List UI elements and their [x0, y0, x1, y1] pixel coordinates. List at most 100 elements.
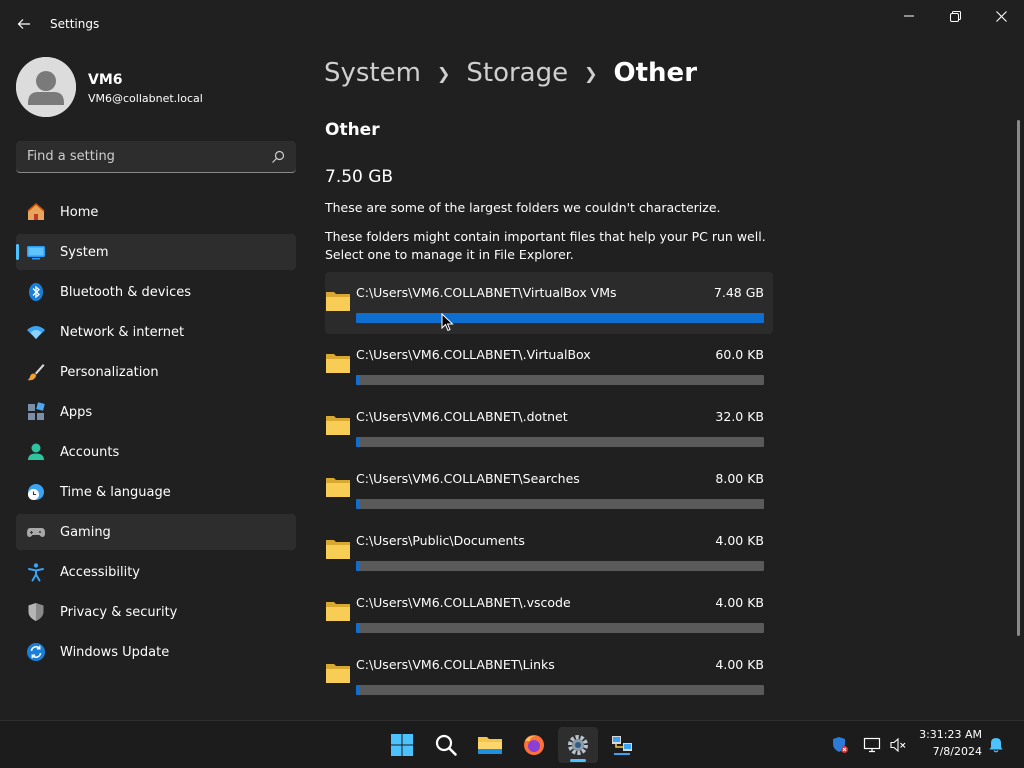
folder-size: 4.00 KB — [715, 657, 764, 672]
breadcrumb-storage[interactable]: Storage — [466, 58, 568, 88]
title-bar: Settings — [0, 0, 1024, 48]
sidebar-item-accounts[interactable]: Accounts — [16, 434, 296, 470]
folder-row[interactable]: C:\Users\VM6.COLLABNET\.dotnet 32.0 KB — [325, 396, 773, 458]
tray-defender[interactable] — [830, 735, 850, 755]
folder-row[interactable]: C:\Users\VM6.COLLABNET\Searches 8.00 KB — [325, 458, 773, 520]
sidebar-item-system[interactable]: System — [16, 234, 296, 270]
taskbar — [0, 720, 1024, 768]
folder-size: 32.0 KB — [715, 409, 764, 424]
sidebar-item-time-language[interactable]: Time & language — [16, 474, 296, 510]
close-button[interactable] — [978, 0, 1024, 32]
shield-icon — [28, 603, 44, 621]
user-avatar-icon — [16, 57, 76, 117]
folder-icon — [326, 478, 350, 497]
taskbar-settings[interactable] — [558, 727, 598, 763]
update-icon — [27, 643, 45, 661]
taskbar-network-tool[interactable] — [602, 727, 642, 763]
tray-notifications[interactable] — [986, 735, 1006, 755]
settings-icon — [568, 735, 588, 755]
scrollbar[interactable] — [1017, 120, 1020, 636]
tray-display[interactable] — [862, 735, 882, 755]
home-icon — [27, 203, 45, 220]
folder-path: C:\Users\VM6.COLLABNET\.VirtualBox — [356, 347, 591, 362]
sidebar-item-label: Accessibility — [60, 565, 140, 580]
folder-usage-bar-fill — [356, 437, 360, 447]
tray-volume[interactable] — [888, 735, 908, 755]
folder-usage-bar — [356, 375, 764, 385]
search-box[interactable] — [16, 141, 296, 173]
folder-size: 7.48 GB — [713, 285, 764, 300]
notification-bell-icon — [989, 738, 1003, 753]
taskbar-file-explorer[interactable] — [470, 727, 510, 763]
sidebar-nav: Home System Bluetooth & devices Network … — [16, 194, 296, 674]
restore-icon — [949, 10, 961, 22]
sidebar-item-label: Gaming — [60, 525, 111, 540]
folder-size: 4.00 KB — [715, 533, 764, 548]
folder-icon — [326, 292, 350, 311]
sidebar-item-apps[interactable]: Apps — [16, 394, 296, 430]
folder-icon — [326, 416, 350, 435]
folder-usage-bar — [356, 685, 764, 695]
taskbar-firefox[interactable] — [514, 727, 554, 763]
avatar[interactable] — [16, 57, 76, 117]
system-icon — [27, 246, 45, 260]
folder-row[interactable]: C:\Users\VM6.COLLABNET\Links 4.00 KB — [325, 644, 773, 706]
folder-path: C:\Users\VM6.COLLABNET\.vscode — [356, 595, 571, 610]
total-size: 7.50 GB — [325, 167, 394, 187]
breadcrumb-current: Other — [613, 58, 698, 88]
sidebar-item-label: Privacy & security — [60, 605, 178, 620]
sidebar-item-accessibility[interactable]: Accessibility — [16, 554, 296, 590]
user-name: VM6 — [88, 72, 123, 88]
folder-usage-bar-fill — [356, 313, 764, 323]
sidebar-item-network[interactable]: Network & internet — [16, 314, 296, 350]
folder-usage-bar — [356, 499, 764, 509]
file-explorer-icon — [478, 737, 502, 754]
clock-time[interactable]: 3:31:23 AM — [910, 728, 982, 741]
sidebar-item-privacy-security[interactable]: Privacy & security — [16, 594, 296, 630]
sidebar-item-label: Windows Update — [60, 645, 170, 660]
chevron-right-icon: ❯ — [584, 63, 598, 83]
folder-row[interactable]: C:\Users\VM6.COLLABNET\.VirtualBox 60.0 K… — [325, 334, 773, 396]
sidebar-item-home[interactable]: Home — [16, 194, 296, 230]
folder-icon — [326, 354, 350, 373]
sidebar-item-label: Accounts — [60, 445, 120, 460]
sidebar-item-gaming[interactable]: Gaming — [16, 514, 296, 550]
sidebar-item-label: Home — [60, 205, 99, 220]
clock-date[interactable]: 7/8/2024 — [910, 745, 982, 758]
folder-row[interactable]: C:\Users\Public\Documents 4.00 KB — [325, 520, 773, 582]
folder-path: C:\Users\VM6.COLLABNET\Searches — [356, 471, 580, 486]
folder-usage-bar-fill — [356, 561, 360, 571]
minimize-icon — [904, 15, 914, 17]
taskbar-start-button[interactable] — [382, 727, 422, 763]
app-title: Settings — [50, 17, 100, 31]
accounts-icon — [28, 443, 44, 460]
folder-icon — [326, 540, 350, 559]
sidebar-item-bluetooth[interactable]: Bluetooth & devices — [16, 274, 296, 310]
sidebar-item-label: Personalization — [60, 365, 159, 380]
brush-icon — [27, 364, 45, 381]
folder-path: C:\Users\VM6.COLLABNET\VirtualBox VMs — [356, 285, 617, 300]
defender-icon — [833, 737, 848, 753]
folder-usage-bar-fill — [356, 499, 360, 509]
search-icon[interactable] — [270, 149, 286, 165]
sidebar-item-label: Time & language — [60, 485, 171, 500]
search-input[interactable] — [16, 141, 266, 171]
folder-path: C:\Users\VM6.COLLABNET\Links — [356, 657, 555, 672]
folder-row[interactable]: C:\Users\VM6.COLLABNET\VirtualBox VMs 7.4… — [325, 272, 773, 334]
volume-muted-icon — [890, 737, 906, 753]
sidebar-item-personalization[interactable]: Personalization — [16, 354, 296, 390]
sidebar-item-label: Apps — [60, 405, 93, 420]
wifi-icon — [27, 326, 45, 339]
minimize-button[interactable] — [886, 0, 932, 32]
folder-row[interactable]: C:\Users\VM6.COLLABNET\.vscode 4.00 KB — [325, 582, 773, 644]
breadcrumb-system[interactable]: System — [324, 58, 421, 88]
mouse-cursor-icon — [441, 313, 454, 332]
taskbar-search-button[interactable] — [426, 727, 466, 763]
restore-button[interactable] — [932, 0, 978, 32]
back-button[interactable] — [10, 10, 38, 38]
folder-icon — [326, 602, 350, 621]
sidebar-item-label: Network & internet — [60, 325, 185, 340]
folder-size: 4.00 KB — [715, 595, 764, 610]
apps-icon — [28, 402, 45, 420]
sidebar-item-windows-update[interactable]: Windows Update — [16, 634, 296, 670]
